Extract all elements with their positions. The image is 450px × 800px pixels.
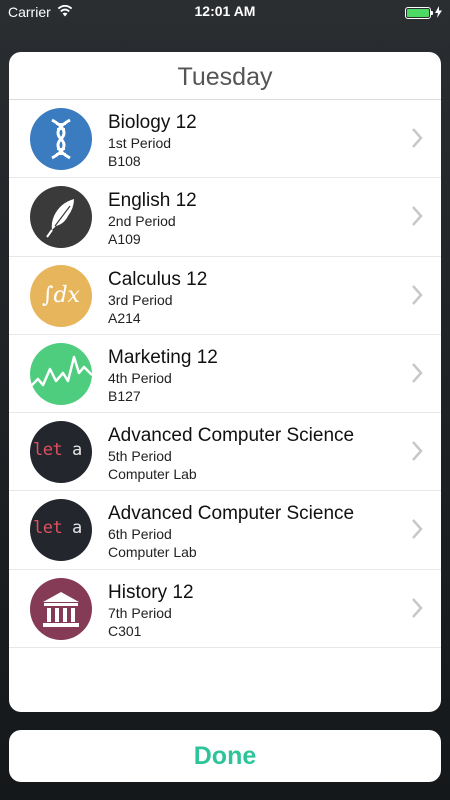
- class-name: Calculus 12: [108, 268, 208, 290]
- status-bar: Carrier 12:01 AM: [0, 0, 450, 24]
- class-period: 4th Period: [108, 369, 172, 386]
- class-name: English 12: [108, 190, 197, 212]
- status-time: 12:01 AM: [194, 3, 256, 19]
- class-name: Advanced Computer Science: [108, 503, 355, 525]
- class-room: C301: [108, 622, 142, 639]
- class-period: 3rd Period: [108, 291, 173, 308]
- class-room: Computer Lab: [108, 544, 197, 561]
- class-name: Biology 12: [108, 112, 197, 133]
- class-name: History 12: [108, 581, 194, 603]
- status-right: [405, 5, 442, 21]
- class-name: Marketing 12: [108, 346, 218, 368]
- chevron-right-icon: [412, 363, 423, 383]
- chevron-right-icon: [412, 441, 423, 462]
- done-button[interactable]: Done: [9, 730, 441, 782]
- line-graph-icon: [30, 342, 92, 405]
- class-row[interactable]: let a = Advanced Computer Science 6th Pe…: [9, 491, 441, 570]
- code-icon: let a =: [30, 499, 92, 562]
- class-period: 1st Period: [108, 135, 172, 151]
- battery-icon: [405, 7, 433, 19]
- class-period: 6th Period: [108, 526, 172, 543]
- class-row[interactable]: History 12 7th Period C301: [9, 570, 441, 649]
- chevron-right-icon: [412, 284, 423, 305]
- class-row[interactable]: English 12 2nd Period A109: [9, 178, 441, 257]
- class-row[interactable]: Biology 12 1st Period B108: [9, 100, 441, 179]
- schedule-sheet: Tuesday Biology 12 1st Period B108 Engli…: [9, 52, 441, 712]
- chevron-right-icon: [412, 597, 423, 618]
- class-row[interactable]: ∫dx Calculus 12 3rd Period A214: [9, 257, 441, 335]
- class-room: A214: [108, 309, 141, 326]
- code-snippet: let a =: [33, 518, 92, 539]
- class-list: Biology 12 1st Period B108 English 12 2n…: [9, 100, 441, 649]
- code-snippet: let a =: [33, 440, 92, 461]
- museum-columns-icon: [30, 577, 92, 640]
- class-room: A109: [108, 231, 141, 248]
- chevron-right-icon: [412, 519, 423, 540]
- class-room: Computer Lab: [108, 466, 197, 483]
- quill-feather-icon: [30, 186, 92, 249]
- battery-level: [407, 9, 429, 17]
- class-row[interactable]: let a = Advanced Computer Science 5th Pe…: [9, 413, 441, 492]
- class-row[interactable]: Marketing 12 4th Period B127: [9, 335, 441, 414]
- charging-bolt-icon: [435, 5, 442, 21]
- class-room: B127: [108, 387, 141, 404]
- class-period: 2nd Period: [108, 213, 176, 230]
- integral-text: ∫dx: [42, 283, 80, 309]
- class-period: 7th Period: [108, 604, 172, 621]
- chevron-right-icon: [412, 206, 423, 227]
- day-title: Tuesday: [9, 52, 441, 100]
- integral-icon: ∫dx: [30, 264, 92, 327]
- dna-icon: [30, 108, 92, 170]
- code-icon: let a =: [30, 421, 92, 484]
- chevron-right-icon: [412, 128, 423, 148]
- class-name: Advanced Computer Science: [108, 425, 355, 447]
- class-room: B108: [108, 153, 141, 169]
- class-period: 5th Period: [108, 448, 172, 465]
